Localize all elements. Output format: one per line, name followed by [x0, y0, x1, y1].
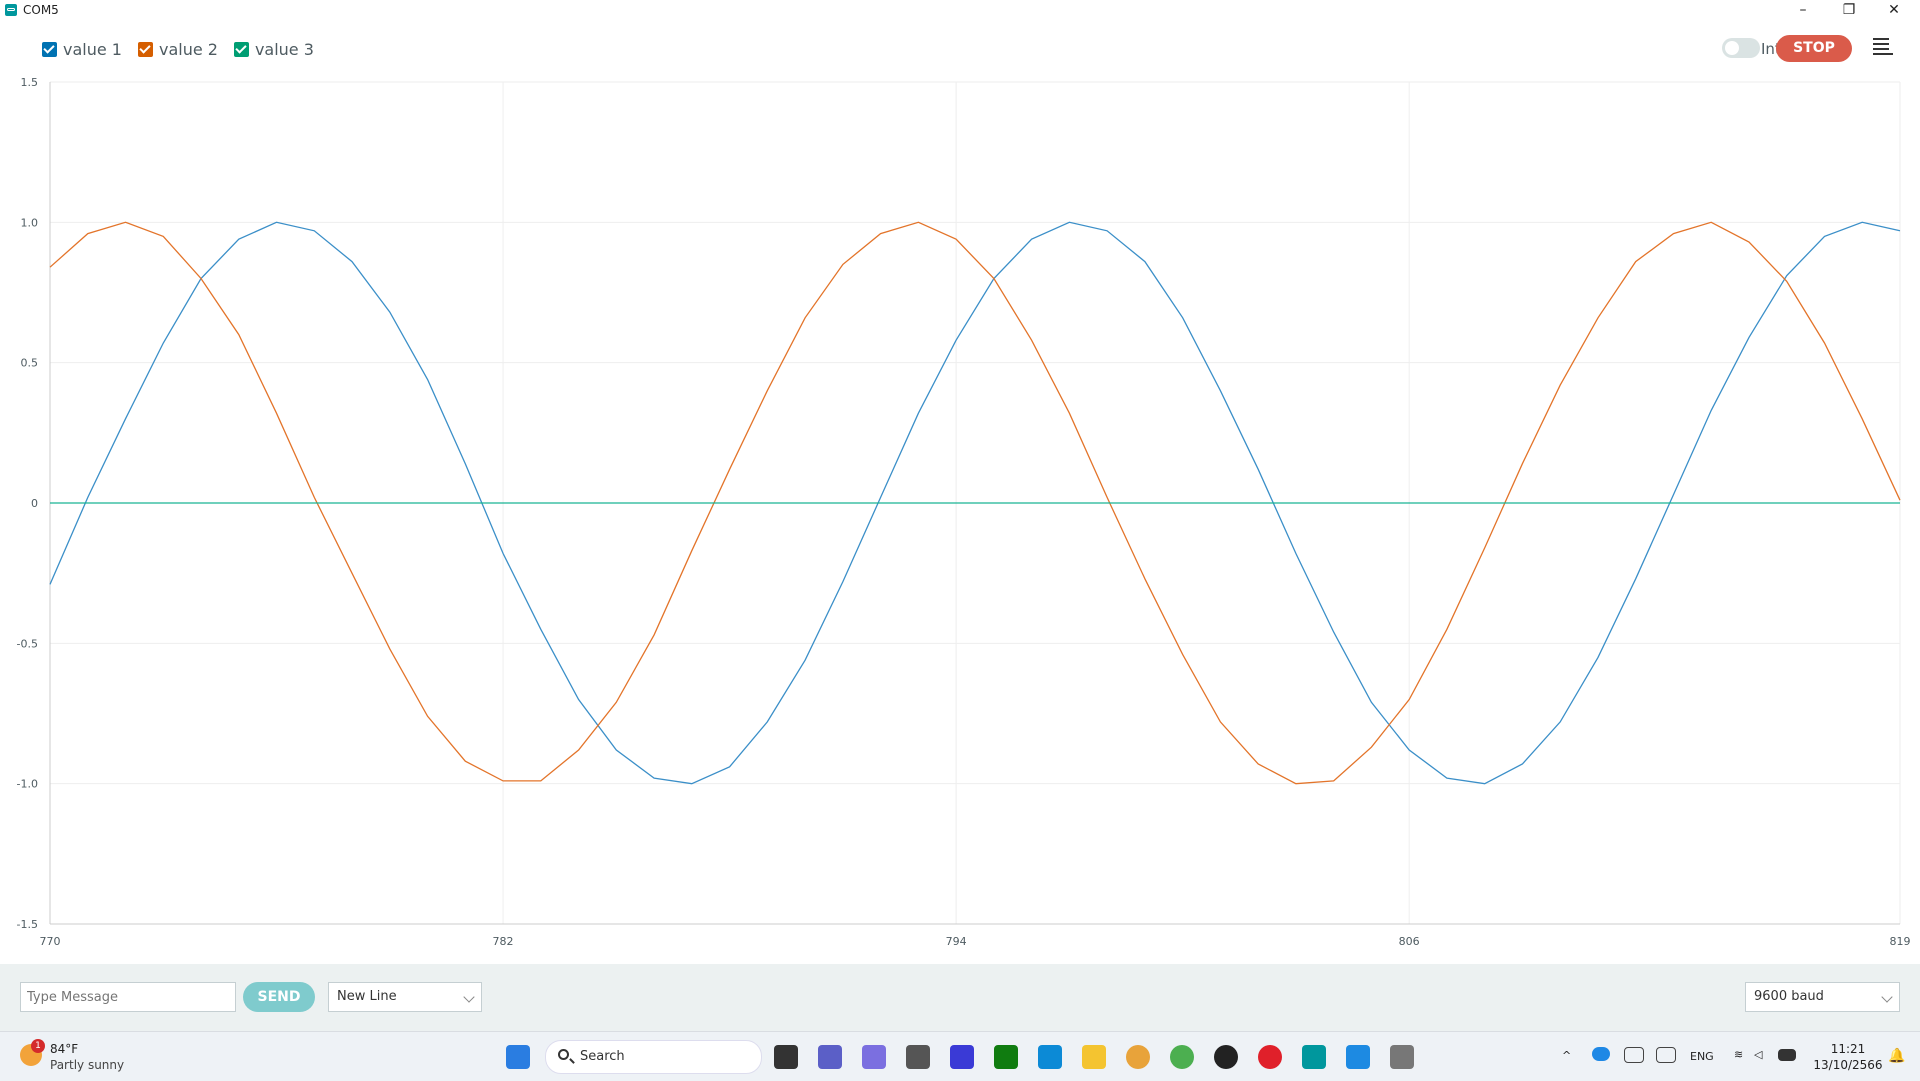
display-icon[interactable]	[1656, 1047, 1676, 1063]
task-view-icon[interactable]	[774, 1045, 798, 1069]
search-icon	[558, 1049, 569, 1060]
x-tick-label: 819	[1890, 935, 1911, 948]
app-icon[interactable]	[1390, 1045, 1414, 1069]
windows-taskbar: 1 84°F Partly sunny Search ^ ENG ≋ ◁ 11:…	[0, 1031, 1920, 1081]
notification-bell-icon[interactable]: 🔔	[1888, 1048, 1905, 1064]
media-player-icon[interactable]	[1214, 1045, 1238, 1069]
keyboard-icon[interactable]	[1624, 1047, 1644, 1063]
y-tick-label: 0	[31, 497, 38, 510]
close-button[interactable]: ✕	[1874, 0, 1914, 22]
volume-icon[interactable]: ◁	[1754, 1048, 1762, 1061]
app-icon[interactable]	[906, 1045, 930, 1069]
restore-button[interactable]: ❐	[1829, 0, 1869, 22]
legend-item-value-3[interactable]: value 3	[233, 39, 314, 59]
message-input[interactable]	[20, 982, 236, 1012]
y-tick-label: -1.0	[17, 778, 38, 791]
chevron-down-icon	[463, 991, 475, 1003]
legend-item-value-2[interactable]: value 2	[137, 39, 218, 59]
vscode-icon[interactable]	[1346, 1045, 1370, 1069]
x-tick-label: 782	[493, 935, 514, 948]
send-button[interactable]: SEND	[243, 982, 315, 1012]
checkbox-icon[interactable]	[233, 41, 249, 57]
checkbox-icon[interactable]	[137, 41, 153, 57]
language-indicator[interactable]: ENG	[1690, 1050, 1714, 1063]
legend-label: value 1	[63, 39, 122, 59]
chrome-icon[interactable]	[1126, 1045, 1150, 1069]
x-tick-label: 806	[1399, 935, 1420, 948]
teams-icon[interactable]	[818, 1045, 842, 1069]
search-label: Search	[580, 1049, 625, 1064]
serial-input-bar: SEND New Line 9600 baud	[0, 964, 1920, 1031]
checkbox-icon[interactable]	[42, 41, 57, 57]
y-tick-label: 1.5	[21, 76, 39, 89]
legend-label: value 2	[158, 39, 218, 59]
edge-icon[interactable]	[1038, 1045, 1062, 1069]
x-tick-label: 794	[946, 935, 967, 948]
y-tick-label: 0.5	[21, 357, 39, 370]
file-explorer-icon[interactable]	[1082, 1045, 1106, 1069]
onedrive-icon[interactable]	[1592, 1047, 1610, 1061]
toggle-knob	[1725, 41, 1739, 55]
opera-icon[interactable]	[1258, 1045, 1282, 1069]
line-ending-value: New Line	[337, 989, 397, 1004]
line-ending-select[interactable]: New Line	[328, 982, 482, 1012]
pen-app-icon[interactable]	[950, 1045, 974, 1069]
weather-temperature[interactable]: 84°F	[50, 1042, 78, 1056]
copilot-icon[interactable]	[862, 1045, 886, 1069]
notification-badge: 1	[31, 1039, 45, 1053]
chrome-profile-icon[interactable]	[1170, 1045, 1194, 1069]
series-legend: value 1 value 2 value 3	[42, 37, 330, 61]
clear-menu-icon[interactable]	[1873, 38, 1893, 56]
plotter-toolbar: Interpolate STOP	[1520, 34, 1920, 64]
arduino-icon	[5, 4, 17, 16]
y-tick-label: -1.5	[17, 918, 38, 931]
xbox-icon[interactable]	[994, 1045, 1018, 1069]
serial-plot-chart: 1.5 1.0 0.5 0 -0.5 -1.0 -1.5770 782 794 806 819	[17, 76, 1911, 948]
taskbar-search[interactable]: Search	[545, 1040, 762, 1074]
chevron-up-icon[interactable]: ^	[1562, 1049, 1571, 1062]
weather-description[interactable]: Partly sunny	[50, 1058, 124, 1072]
chevron-down-icon	[1881, 991, 1893, 1003]
baud-value: 9600 baud	[1754, 989, 1824, 1004]
clock-time[interactable]: 11:21	[1812, 1042, 1884, 1056]
minimize-button[interactable]: –	[1783, 0, 1823, 22]
wifi-icon[interactable]: ≋	[1734, 1048, 1743, 1061]
arduino-ide-icon[interactable]	[1302, 1045, 1326, 1069]
baud-select[interactable]: 9600 baud	[1745, 982, 1900, 1012]
title-bar: COM5 – ❐ ✕	[0, 0, 1920, 22]
y-tick-label: 1.0	[21, 216, 39, 229]
y-tick-label: -0.5	[17, 637, 38, 650]
x-tick-label: 770	[40, 935, 61, 948]
legend-item-value-1[interactable]: value 1	[42, 40, 122, 59]
legend-label: value 3	[254, 39, 314, 59]
windows-start-icon[interactable]	[506, 1045, 530, 1069]
window-title: COM5	[23, 3, 59, 17]
interpolate-toggle[interactable]	[1722, 38, 1760, 58]
clock-date[interactable]: 13/10/2566	[1812, 1058, 1884, 1072]
battery-icon[interactable]	[1778, 1049, 1796, 1061]
stop-button[interactable]: STOP	[1776, 35, 1852, 62]
